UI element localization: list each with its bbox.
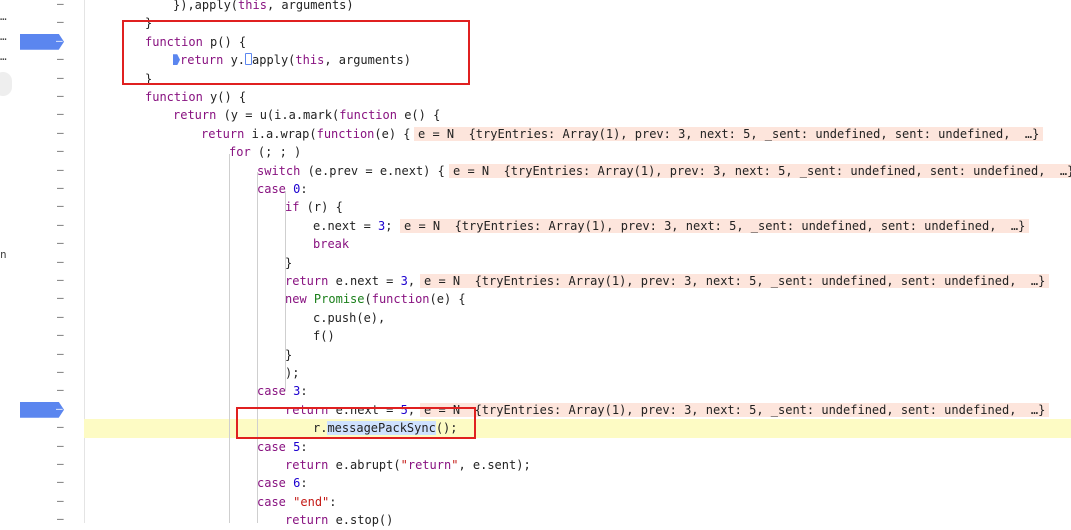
code-text: return e.next = 3,: [285, 274, 416, 288]
code-text: c.push(e),: [313, 310, 386, 325]
code-text: case 5:: [257, 439, 308, 454]
line-number-placeholder[interactable]: –: [57, 365, 64, 378]
line-number-placeholder[interactable]: –: [57, 15, 64, 28]
indent-guide: [285, 191, 286, 391]
code-text: }: [285, 255, 293, 270]
code-text: new Promise(function(e) {: [285, 292, 466, 307]
code-line: – return e.stop(): [0, 511, 1071, 529]
line-number-placeholder[interactable]: –: [57, 439, 64, 452]
line-number-placeholder[interactable]: –: [57, 163, 64, 176]
code-text: for (; ; ): [229, 145, 302, 160]
code-text: case "end":: [257, 494, 337, 509]
code-line: – for (; ; ): [0, 143, 1071, 161]
code-line: – case 0:: [0, 180, 1071, 198]
code-line: – }),apply(this, arguments): [0, 0, 1071, 14]
code-line: –}: [0, 346, 1071, 364]
code-line: – return i.a.wrap(function(e) {e = N {try…: [0, 125, 1071, 143]
line-number-placeholder[interactable]: –: [57, 383, 64, 396]
code-line: –);: [0, 364, 1071, 382]
line-number-placeholder[interactable]: –: [57, 107, 64, 120]
code-text: return i.a.wrap(function(e) {: [201, 126, 411, 141]
code-text: case 0:: [257, 182, 308, 196]
code-text: f(): [313, 329, 335, 344]
line-number-placeholder[interactable]: –: [57, 494, 64, 507]
code-line: – case 3:: [0, 382, 1071, 400]
code-line: – function y() {: [0, 88, 1071, 106]
line-number-placeholder[interactable]: –: [57, 310, 64, 323]
inline-value-preview[interactable]: e = N {tryEntries: Array(1), prev: 3, ne…: [400, 218, 1030, 233]
code-text: switch (e.prev = e.next) {: [257, 163, 445, 178]
line-number-placeholder[interactable]: –: [57, 457, 64, 470]
line-number-placeholder[interactable]: –: [57, 291, 64, 304]
code-text: return e.stop(): [285, 513, 394, 528]
code-text: }: [285, 347, 293, 362]
code-line: – new Promise(function(e) {: [0, 290, 1071, 308]
code-line: – case "end":: [0, 493, 1071, 511]
line-number-placeholder[interactable]: –: [57, 273, 64, 286]
line-number-placeholder[interactable]: –: [57, 255, 64, 268]
line-number-placeholder[interactable]: –: [57, 0, 64, 10]
inline-value-preview[interactable]: e = N {tryEntries: Array(1), prev: 3, ne…: [449, 163, 1071, 178]
line-number-placeholder[interactable]: –: [57, 236, 64, 249]
inline-value-preview[interactable]: e = N {tryEntries: Array(1), prev: 3, ne…: [414, 126, 1044, 141]
annotation-box: [236, 407, 476, 439]
code-line: – case 5:: [0, 438, 1071, 456]
line-number-placeholder[interactable]: –: [57, 89, 64, 102]
code-text: case 3:: [257, 384, 308, 399]
breakpoint-marker-icon[interactable]: –: [20, 401, 64, 418]
code-line: – return e.abrupt("return", e.sent);: [0, 456, 1071, 474]
line-number-placeholder[interactable]: –: [57, 52, 64, 65]
code-line: – e.next = 3; e = N {tryEntries: Array(1),…: [0, 217, 1071, 235]
code-line: – f(): [0, 327, 1071, 345]
code-line: – return e.next = 3, e = N {tryEntries: Ar…: [0, 272, 1071, 290]
code-text: return e.abrupt("return", e.sent);: [285, 458, 531, 472]
code-line: – if (r) {: [0, 198, 1071, 216]
line-number-placeholder[interactable]: –: [57, 126, 64, 139]
code-text: break: [313, 237, 350, 252]
code-text: );: [285, 366, 300, 380]
code-text: function y() {: [145, 90, 247, 104]
code-text: if (r) {: [285, 200, 343, 215]
code-line: – return (y = u(i.a.mark(function e() {: [0, 106, 1071, 124]
line-number-placeholder[interactable]: –: [57, 71, 64, 84]
line-number-placeholder[interactable]: –: [57, 347, 64, 360]
indent-guide: [229, 154, 230, 523]
line-number-placeholder[interactable]: –: [57, 181, 64, 194]
code-line: – r.messagePackSync();: [57, 419, 1071, 438]
line-number-placeholder[interactable]: –: [57, 199, 64, 212]
line-number-placeholder[interactable]: –: [57, 328, 64, 341]
code-line: – switch (e.prev = e.next) { e = N {tryEnt…: [0, 162, 1071, 180]
code-text: return (y = u(i.a.mark(function e() {: [173, 108, 441, 123]
code-text: }),apply(this, arguments): [173, 0, 354, 12]
line-number-placeholder[interactable]: –: [57, 475, 64, 488]
code-line: – break: [0, 235, 1071, 253]
line-number-placeholder[interactable]: –: [57, 144, 64, 157]
line-number-placeholder[interactable]: –: [57, 420, 64, 433]
line-number-placeholder[interactable]: –: [57, 512, 64, 525]
breakpoint-marker-icon[interactable]: –: [20, 33, 64, 50]
code-text: e.next = 3;: [313, 218, 393, 233]
indent-guide: [257, 172, 258, 523]
code-text: case 6:: [257, 476, 308, 491]
code-line: –}: [0, 254, 1071, 272]
code-line: – return e.next = 5, e = N {tryEntries: Ar…: [0, 401, 1071, 419]
inline-value-preview[interactable]: e = N {tryEntries: Array(1), prev: 3, ne…: [420, 274, 1050, 288]
code-line: – case 6:: [0, 474, 1071, 492]
annotation-box: [122, 20, 470, 85]
inline-value-preview[interactable]: e = N {tryEntries: Array(1), prev: 3, ne…: [420, 402, 1050, 417]
line-number-placeholder[interactable]: –: [57, 218, 64, 231]
code-line: – c.push(e),: [0, 309, 1071, 327]
